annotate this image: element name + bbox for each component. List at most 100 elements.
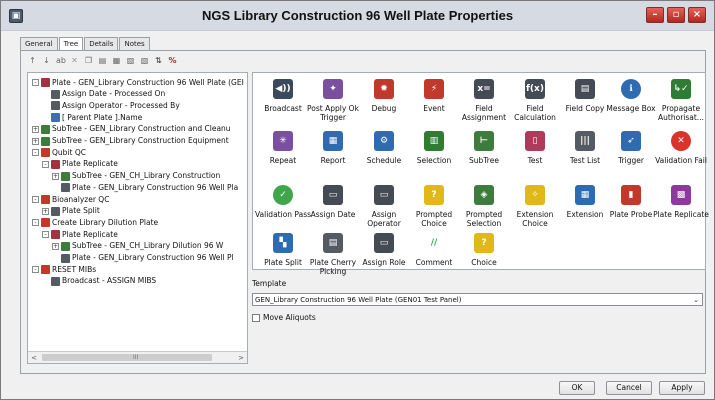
palette-item-message-box[interactable]: ℹ Message Box: [603, 77, 659, 113]
close-button[interactable]: ×: [688, 7, 706, 23]
tree-item[interactable]: - Bioanalyzer QC: [32, 194, 109, 205]
palette-item-post-apply-ok-trigger[interactable]: ✦ Post Apply Ok Trigger: [305, 77, 361, 122]
apply-button[interactable]: Apply: [659, 381, 705, 395]
palette-item-plate-probe[interactable]: ▮ Plate Probe: [603, 183, 659, 219]
expand-icon[interactable]: +: [32, 137, 39, 145]
palette-item-validation-fail[interactable]: ✕ Validation Fail: [653, 129, 709, 165]
expand-icon[interactable]: +: [52, 242, 59, 250]
paste-into-icon[interactable]: ▧: [126, 56, 135, 65]
collapse-icon[interactable]: -: [42, 231, 49, 239]
expand-icon[interactable]: +: [32, 125, 39, 133]
palette-item-subtree[interactable]: ⊢ SubTree: [456, 129, 512, 165]
tree-horizontal-scrollbar[interactable]: < III >: [28, 351, 247, 363]
validation-fail-icon: ✕: [669, 129, 693, 153]
expand-all-icon[interactable]: ⇅: [154, 56, 163, 65]
tree-item[interactable]: Broadcast - ASSIGN MIBS: [42, 276, 156, 287]
tree-item[interactable]: + SubTree - GEN_Library Construction Equi…: [32, 136, 229, 147]
palette-item-plate-replicate[interactable]: ▩ Plate Replicate: [653, 183, 709, 219]
tree-item-label: Plate - GEN_Library Construction 96 Well…: [72, 253, 234, 262]
palette-item-prompted-selection[interactable]: ◈ Prompted Selection: [456, 183, 512, 228]
palette-item-label: Plate Replicate: [653, 210, 709, 219]
palette-item-label: Event: [423, 104, 445, 113]
move-down-icon[interactable]: ↓: [42, 56, 51, 65]
palette-item-assign-date[interactable]: ▭ Assign Date: [305, 183, 361, 219]
palette-item-broadcast[interactable]: ◀)) Broadcast: [255, 77, 311, 113]
chevron-down-icon[interactable]: ⌄: [693, 294, 699, 306]
scroll-right-arrow[interactable]: >: [237, 354, 245, 362]
percent-icon[interactable]: %: [168, 56, 177, 65]
palette-item-assign-operator[interactable]: ▭ Assign Operator: [356, 183, 412, 228]
palette-item-repeat[interactable]: ✳ Repeat: [255, 129, 311, 165]
tree-item-label: Create Library Dilution Plate: [52, 217, 159, 227]
rename-icon[interactable]: ab: [56, 56, 66, 65]
collapse-icon[interactable]: -: [32, 196, 39, 203]
minimize-button[interactable]: –: [646, 7, 664, 23]
tab-general[interactable]: General: [20, 37, 58, 50]
move-up-icon[interactable]: ↑: [28, 56, 37, 65]
tree-item[interactable]: [ Parent Plate ].Name: [42, 112, 142, 123]
palette-item-plate-cherry-picking[interactable]: ▤ Plate Cherry Picking: [305, 231, 361, 276]
palette-item-extension-choice[interactable]: ✧ Extension Choice: [507, 183, 563, 228]
move-aliquots-row[interactable]: Move Aliquots: [252, 313, 316, 322]
cut-icon[interactable]: ▦: [112, 56, 121, 65]
tree-item[interactable]: Assign Date - Processed On: [42, 89, 165, 100]
tree-item[interactable]: + SubTree - GEN_CH_Library Construction: [52, 171, 220, 182]
tree-item[interactable]: - Plate Replicate: [42, 229, 118, 240]
expand-icon[interactable]: +: [42, 207, 49, 215]
copy-icon[interactable]: ❐: [84, 56, 93, 65]
palette-item-validation-pass[interactable]: ✓ Validation Pass: [255, 183, 311, 219]
template-dropdown[interactable]: GEN_Library Construction 96 Well Plate (…: [252, 293, 703, 306]
collapse-icon[interactable]: -: [32, 79, 39, 86]
tree-item[interactable]: - Plate Replicate: [42, 159, 118, 170]
collapse-icon[interactable]: -: [42, 160, 49, 168]
delete-icon[interactable]: ✕: [70, 56, 79, 65]
tree-item[interactable]: - RESET MIBs: [32, 264, 96, 275]
maximize-button[interactable]: ▫: [667, 7, 685, 23]
palette-item-schedule[interactable]: ⚙ Schedule: [356, 129, 412, 165]
tree-item[interactable]: - Qubit QC: [32, 147, 86, 158]
ok-button[interactable]: OK: [559, 381, 595, 395]
tree-item[interactable]: + SubTree - GEN_CH_Library Dilution 96 W: [52, 241, 223, 252]
cancel-button[interactable]: Cancel: [606, 381, 652, 395]
tree-item[interactable]: Assign Operator - Processed By: [42, 100, 180, 111]
tree-item-label: SubTree - GEN_CH_Library Construction: [72, 171, 221, 181]
palette-item-debug[interactable]: ✹ Debug: [356, 77, 412, 113]
tree-view[interactable]: - Plate - GEN_Library Construction 96 Wel…: [27, 72, 248, 364]
palette-item-plate-split[interactable]: ▚ Plate Split: [255, 231, 311, 267]
collapse-icon[interactable]: -: [32, 149, 39, 157]
paste-icon[interactable]: ▤: [98, 56, 107, 65]
palette-item-label: Trigger: [618, 156, 644, 165]
palette-item-comment[interactable]: // Comment: [406, 231, 462, 267]
palette-item-label: Choice: [471, 258, 497, 267]
tree-item[interactable]: - Create Library Dilution Plate: [32, 217, 158, 228]
tree-item[interactable]: + Plate Split: [42, 206, 100, 217]
tab-details[interactable]: Details: [84, 37, 119, 50]
palette-item-choice[interactable]: ? Choice: [456, 231, 512, 267]
palette-item-report[interactable]: ▦ Report: [305, 129, 361, 165]
palette-item-event[interactable]: ⚡ Event: [406, 77, 462, 113]
palette-item-assign-role[interactable]: ▭ Assign Role: [356, 231, 412, 267]
palette-item-field-assignment[interactable]: x= Field Assignment: [456, 77, 512, 122]
scroll-thumb[interactable]: III: [42, 354, 212, 361]
expand-icon[interactable]: +: [52, 172, 59, 180]
collapse-icon[interactable]: -: [32, 219, 39, 227]
palette-item-propagate-authorisat[interactable]: ↳✓ Propagate Authorisat...: [653, 77, 709, 122]
tab-tree[interactable]: Tree: [58, 37, 84, 51]
properties-icon[interactable]: ▨: [140, 56, 149, 65]
tree-item[interactable]: Plate - GEN_Library Construction 96 Well…: [52, 182, 238, 193]
palette-item-field-calculation[interactable]: f(x) Field Calculation: [507, 77, 563, 122]
palette-item-selection[interactable]: ▥ Selection: [406, 129, 462, 165]
collapse-icon[interactable]: -: [32, 266, 39, 274]
palette-item-trigger[interactable]: ➶ Trigger: [603, 129, 659, 165]
scroll-left-arrow[interactable]: <: [30, 354, 38, 362]
tree-item[interactable]: - Plate - GEN_Library Construction 96 Wel…: [32, 77, 244, 88]
tab-notes[interactable]: Notes: [119, 37, 150, 50]
palette-item-test[interactable]: ▯ Test: [507, 129, 563, 165]
tree-item[interactable]: Plate - GEN_Library Construction 96 Well…: [52, 253, 234, 264]
move-aliquots-checkbox[interactable]: [252, 313, 260, 322]
palette-item-label: Test: [527, 156, 543, 165]
tree-item-label: SubTree - GEN_Library Construction and C…: [52, 124, 231, 134]
palette-item-prompted-choice[interactable]: ? Prompted Choice: [406, 183, 462, 228]
tree-item-label: Bioanalyzer QC: [52, 194, 110, 204]
tree-item[interactable]: + SubTree - GEN_Library Construction and …: [32, 124, 231, 135]
